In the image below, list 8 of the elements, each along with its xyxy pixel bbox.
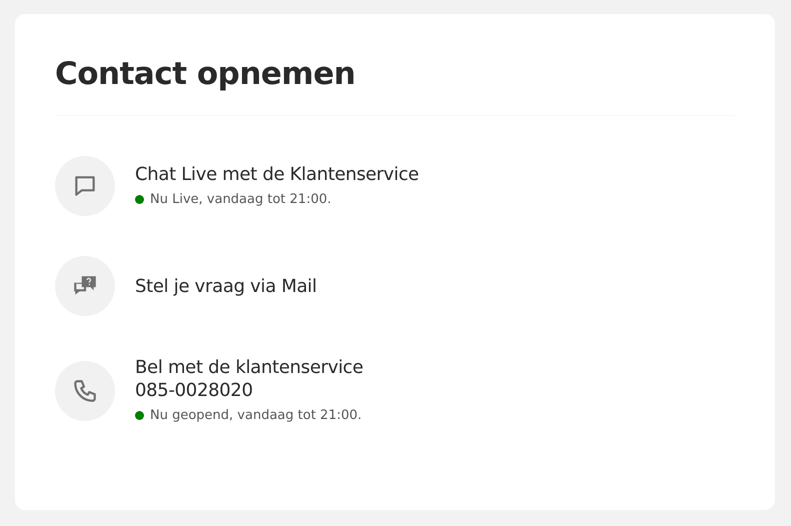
phone-number[interactable]: 085-0028020	[135, 379, 364, 402]
phone-icon	[72, 378, 98, 404]
option-title[interactable]: Chat Live met de Klantenservice	[135, 162, 419, 186]
card-title: Contact opnemen	[55, 55, 356, 90]
status-text: Nu Live, vandaag tot 21:00.	[150, 190, 332, 209]
option-title[interactable]: Bel met de klantenservice	[135, 356, 364, 379]
status-text: Nu geopend, vandaag tot 21:00.	[150, 407, 362, 425]
option-title[interactable]: Stel je vraag via Mail	[135, 274, 317, 298]
